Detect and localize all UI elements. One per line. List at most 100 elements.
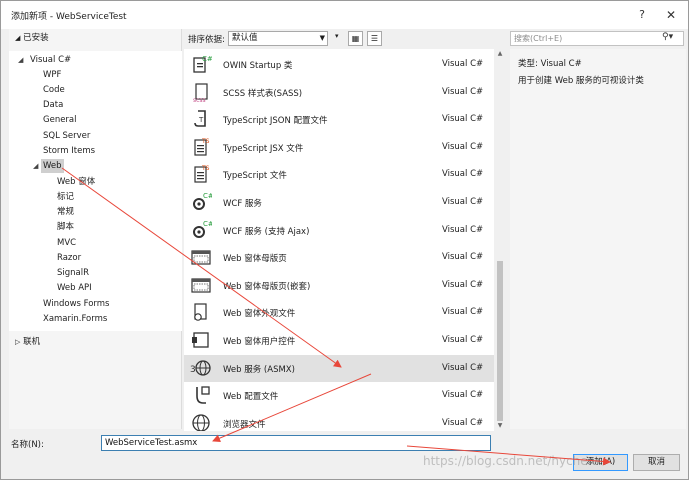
template-name: Web 窗体母版页 (223, 254, 287, 264)
svg-text:C#: C# (202, 55, 212, 63)
template-type: Visual C# (442, 390, 484, 400)
tree-item-signalr[interactable]: SignalR (57, 266, 89, 280)
svg-text:TS: TS (201, 165, 210, 172)
template-type: Visual C# (442, 225, 484, 235)
category-tree: ◢ Visual C# WPF Code Data General SQL Se… (9, 51, 182, 331)
expand-arrow-icon[interactable]: ◢ (18, 56, 23, 64)
list-view-icon: ☰ (370, 34, 379, 43)
template-name: Web 窗体外观文件 (223, 309, 296, 319)
skin-file-icon (194, 303, 207, 321)
list-item[interactable]: C# OWIN Startup 类 Visual C# (184, 51, 494, 78)
expand-arrow-icon[interactable]: ◢ (33, 162, 38, 170)
list-item[interactable]: TS TypeScript 文件 Visual C# (184, 161, 494, 188)
scss-file-icon: scss (193, 83, 208, 103)
name-label: 名称(N): (11, 440, 44, 450)
browser-file-globe-icon (192, 414, 210, 431)
template-name: TypeScript JSX 文件 (223, 144, 304, 154)
user-control-icon (192, 332, 209, 348)
tree-item-storm-items[interactable]: Storm Items (43, 144, 95, 158)
nested-master-page-icon (191, 278, 211, 293)
template-name: OWIN Startup 类 (223, 61, 293, 71)
scroll-thumb[interactable] (497, 261, 503, 421)
tree-item-visual-csharp[interactable]: Visual C# (30, 53, 71, 67)
tree-item-web[interactable]: Web (41, 159, 64, 173)
tree-item-web-api[interactable]: Web API (57, 281, 92, 295)
list-item[interactable]: C# WCF 服务 Visual C# (184, 189, 494, 216)
list-item[interactable]: C# WCF 服务 (支持 Ajax) Visual C# (184, 217, 494, 244)
online-header[interactable]: ▷ 联机 (9, 333, 182, 351)
list-item[interactable]: Web 窗体母版页 Visual C# (184, 244, 494, 271)
scroll-down-icon[interactable]: ▼ (495, 421, 505, 431)
detail-description: 用于创建 Web 服务的可视设计类 (518, 76, 644, 86)
tree-item-sql-server[interactable]: SQL Server (43, 129, 90, 143)
list-item[interactable]: Web 窗体母版页(嵌套) Visual C# (184, 272, 494, 299)
tree-item-script[interactable]: 脚本 (57, 220, 74, 234)
installed-header[interactable]: ◢ 已安装 (9, 31, 182, 46)
master-page-icon (191, 250, 211, 265)
search-input[interactable]: 搜索(Ctrl+E) (510, 31, 684, 46)
help-button[interactable]: ? (633, 6, 651, 24)
tree-item-code[interactable]: Code (43, 83, 65, 97)
template-type: Visual C# (442, 307, 484, 317)
template-name: Web 配置文件 (223, 392, 279, 402)
template-name: Web 服务 (ASMX) (223, 365, 295, 375)
window-title: 添加新项 - WebServiceTest (11, 12, 127, 22)
list-item-selected[interactable]: 3 Web 服务 (ASMX) Visual C# (184, 355, 494, 382)
web-service-globe-icon: 3 (190, 360, 211, 376)
grid-view-icon: ▦ (351, 34, 360, 43)
tree-item-xamarin-forms[interactable]: Xamarin.Forms (43, 312, 107, 326)
template-type: Visual C# (442, 142, 484, 152)
watermark: https://blog.csdn.net/hychen (423, 454, 596, 468)
template-name: Web 窗体用户控件 (223, 337, 296, 347)
template-list: C# OWIN Startup 类 Visual C# scss SCSS 样式… (184, 49, 494, 431)
list-item[interactable]: Web 窗体外观文件 Visual C# (184, 299, 494, 326)
template-type: Visual C# (442, 363, 484, 373)
list-item[interactable]: Web 窗体用户控件 Visual C# (184, 327, 494, 354)
svg-text:TS: TS (201, 138, 210, 145)
template-type: Visual C# (442, 197, 484, 207)
tree-item-markup[interactable]: 标记 (57, 190, 74, 204)
small-icons-view-button[interactable]: ▦ (348, 31, 363, 46)
search-icon[interactable]: ⚲▾ (662, 32, 676, 45)
title-bar: 添加新项 - WebServiceTest ? ✕ (1, 1, 688, 29)
name-field[interactable]: WebServiceTest.asmx (101, 435, 491, 451)
tree-item-general[interactable]: General (43, 113, 77, 127)
svg-text:C#: C# (203, 192, 212, 200)
chevron-down-icon[interactable]: ▾ (335, 32, 339, 40)
typescript-json-icon: T (194, 110, 206, 127)
tree-item-general-zh[interactable]: 常规 (57, 205, 74, 219)
template-name: TypeScript 文件 (223, 171, 287, 181)
template-name: Web 窗体母版页(嵌套) (223, 282, 311, 292)
template-type: Visual C# (442, 418, 484, 428)
svg-text:T: T (198, 116, 204, 124)
category-panel: ◢ 已安装 ◢ Visual C# WPF Code Data General … (9, 29, 182, 429)
template-type: Visual C# (442, 169, 484, 179)
scroll-up-icon[interactable]: ▲ (495, 49, 505, 59)
sort-dropdown[interactable]: 默认值 ▼ (228, 31, 328, 46)
add-new-item-dialog: 添加新项 - WebServiceTest ? ✕ ◢ 已安装 ◢ Visual… (0, 0, 689, 480)
tree-item-data[interactable]: Data (43, 98, 63, 112)
list-item[interactable]: scss SCSS 样式表(SASS) Visual C# (184, 79, 494, 106)
template-list-scrollbar[interactable]: ▲ ▼ (495, 49, 505, 431)
collapse-arrow-icon: ▷ (15, 338, 21, 346)
tree-item-razor[interactable]: Razor (57, 251, 81, 265)
list-item[interactable]: Web 配置文件 Visual C# (184, 382, 494, 409)
tree-item-web-forms[interactable]: Web 窗体 (57, 175, 95, 189)
sort-bar: 排序依据: 默认值 ▼ ▾ ▦ ☰ (184, 29, 504, 49)
tree-item-mvc[interactable]: MVC (57, 236, 76, 250)
template-type: Visual C# (442, 252, 484, 262)
template-type: Visual C# (442, 335, 484, 345)
sort-label: 排序依据: (188, 35, 225, 45)
list-item[interactable]: T TypeScript JSON 配置文件 Visual C# (184, 106, 494, 133)
list-view-button[interactable]: ☰ (367, 31, 382, 46)
svg-text:C#: C# (203, 220, 212, 228)
cancel-button[interactable]: 取消 (633, 454, 680, 471)
close-button[interactable]: ✕ (662, 6, 680, 24)
tree-item-wpf[interactable]: WPF (43, 68, 61, 82)
web-config-icon (196, 386, 210, 404)
list-item[interactable]: 浏览器文件 Visual C# (184, 410, 494, 431)
template-type: Visual C# (442, 87, 484, 97)
tree-item-windows-forms[interactable]: Windows Forms (43, 297, 110, 311)
installed-label: 已安装 (23, 33, 49, 43)
list-item[interactable]: TS TypeScript JSX 文件 Visual C# (184, 134, 494, 161)
